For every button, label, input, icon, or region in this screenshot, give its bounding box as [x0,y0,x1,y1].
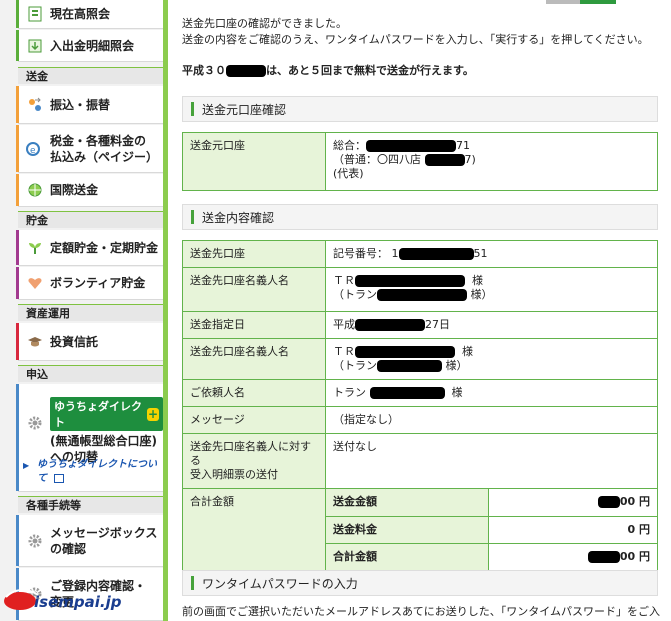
label-dest-account: 送金先口座 [182,240,326,268]
sidebar-item-statement[interactable]: 入出金明細照会 [16,30,163,62]
intro-text-1: 送金先口座の確認ができました。 [182,17,347,30]
gear-icon [26,414,44,432]
gear-icon [26,532,44,550]
section-title-transfer-details: 送金内容確認 [182,204,658,230]
sidebar-item-balance[interactable]: 現在高照会 [16,0,163,29]
main-content: 送金先口座の確認ができました。 送金の内容をご確認のうえ、ワンタイムパスワードを… [168,0,671,621]
transfer-icon [26,96,44,114]
external-window-icon [54,473,65,483]
sidebar-item-message-box[interactable]: メッセージボックス の確認 [16,515,163,567]
value-send-amount: 00 円 [488,489,657,517]
sidebar-item-payeasy[interactable]: e 税金・各種料金の 払込み（ペイジー） [16,125,163,173]
payeasy-icon: e [26,140,44,158]
intro-text-2: 送金の内容をご確認のうえ、ワンタイムパスワードを入力し、「実行する」を押してくだ… [182,33,649,46]
sidebar-item-label: メッセージボックス の確認 [50,525,158,556]
value-dest-holder: ＴＲ 様 （トラン 様） [325,267,658,312]
sidebar-item-international[interactable]: 国際送金 [16,174,163,207]
plus-icon: + [147,406,159,421]
sidebar-item-fixed-deposit[interactable]: 定額貯金・定期貯金 [16,230,163,266]
sidebar: 現在高照会 入出金明細照会 送金 振込・振替 e 税金・各種料金の 払込み（ペイジ… [0,0,168,621]
value-total: 00 円 [489,543,658,570]
label-requester: ご依頼人名 [182,379,326,407]
value-transfer-date: 平成 27日 [325,311,658,339]
top-button-edge-green [580,0,616,4]
sidebar-item-label: 投資信託 [50,334,99,349]
watermark-logo: isempai.jp [2,585,127,617]
section-header-moushikomi: 申込 [18,365,163,382]
sidebar-item-label: 振込・振替 [50,97,111,112]
section-header-soukin: 送金 [18,67,163,84]
sidebar-item-transfer[interactable]: 振込・振替 [16,86,163,124]
amount-subtable: 送金金額 00 円 送金料金 0 円 合計金額 00 円 [326,489,657,570]
value-fee: 0 円 [488,516,657,544]
label-fee: 送金料金 [326,516,489,544]
free-transfer-notice: 平成３０ は、あと５回まで無料で送金が行えます。 [182,64,474,77]
label-transfer-date: 送金指定日 [182,311,326,339]
label-statement-delivery: 送金先口座名義人に対する 受入明細票の送付 [182,433,326,489]
direct-about-link[interactable]: ▶ ゆうちょダイレクトについて [23,458,162,486]
section-title-source-account: 送金元口座確認 [182,96,658,122]
source-account-table: 送金元口座 総合： 71 （普通：〇四八店 7) (代表) [182,132,658,191]
download-icon [26,37,44,55]
svg-text:e: e [30,146,36,156]
direct-badge: ゆうちょダイレクト + [50,397,163,431]
value-message: （指定なし） [325,406,658,434]
section-header-chokin: 貯金 [18,211,163,228]
sidebar-item-label: 国際送金 [50,183,99,197]
otp-instruction: 前の画面でご選択いただいたメールアドレスあてにお送りした、「ワンタイムパスワード… [182,605,661,618]
direct-switch-line1: (無通帳型総合口座) [50,434,157,448]
label-message: メッセージ [182,406,326,434]
value-source-account: 総合： 71 （普通：〇四八店 7) (代表) [325,132,658,191]
label-send-amount: 送金金額 [326,489,489,517]
sidebar-item-label: 税金・各種料金の 払込み（ペイジー） [50,133,159,164]
section-header-tetsuzuki: 各種手続等 [18,496,163,513]
arrow-icon: ▶ [23,461,30,470]
sprout-icon [26,239,44,257]
sidebar-item-investment[interactable]: 投資信託 [16,323,163,361]
sidebar-item-label: 現在高照会 [50,7,111,21]
heart-icon [26,274,44,292]
redaction [226,65,266,77]
sidebar-item-volunteer[interactable]: ボランティア貯金 [16,267,163,300]
sidebar-item-label: 入出金明細照会 [50,38,135,53]
label-source-account: 送金元口座 [182,132,326,191]
sidebar-item-label: ボランティア貯金 [50,276,146,290]
label-total: 合計金額 [326,543,489,570]
value-statement-delivery: 送付なし [325,433,658,489]
globe-icon [26,181,44,199]
value-dest-account: 記号番号： 1 51 [325,240,658,268]
sidebar-item-label: 定額貯金・定期貯金 [50,240,159,255]
section-title-otp: ワンタイムパスワードの入力 [182,570,658,596]
label-dest-holder: 送金先口座名義人名 [182,267,326,312]
transfer-details-table: 送金先口座 記号番号： 1 51 送金先口座名義人名 ＴＲ 様 （トラン 様） 送… [182,240,658,571]
label-total-amount: 合計金額 [182,488,326,571]
value-requester: トラン 様 [325,379,658,407]
label-dest-holder-2: 送金先口座名義人名 [182,338,326,380]
value-dest-holder-2: ＴＲ 様 （トラン 様） [325,338,658,380]
graduation-cap-icon [26,333,44,351]
top-button-edge [546,0,580,4]
document-icon [26,5,44,23]
section-header-shisan: 資産運用 [18,304,163,321]
